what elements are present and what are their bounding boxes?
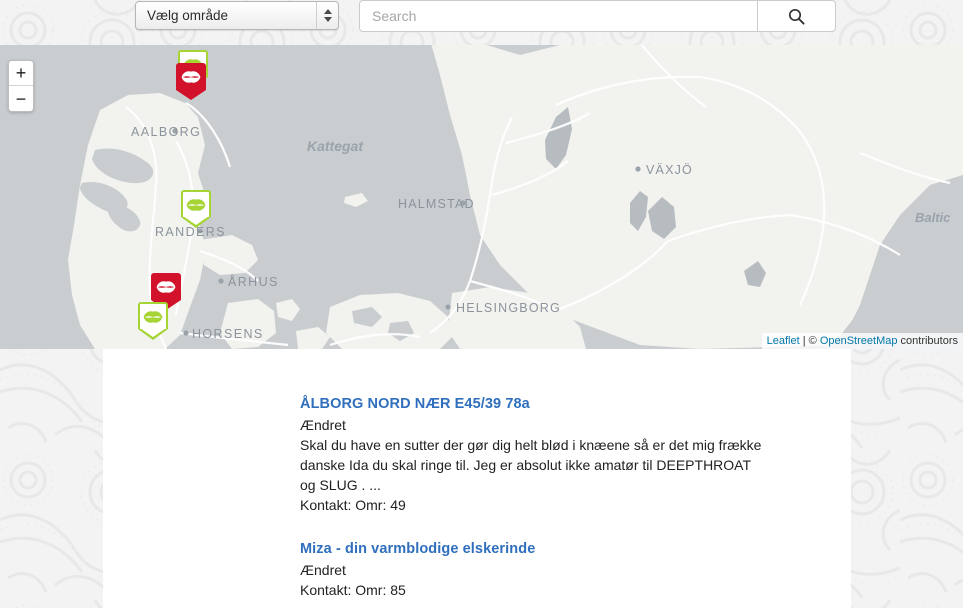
listing-status: Ændret <box>300 562 346 578</box>
openstreetmap-link[interactable]: OpenStreetMap <box>820 335 898 347</box>
svg-text:Kattegat: Kattegat <box>307 138 364 154</box>
map-attribution: Leaflet | © OpenStreetMap contributors <box>761 333 963 349</box>
map-marker-vejle-green[interactable] <box>138 302 168 340</box>
content-panel: ÅLBORG NORD NÆR E45/39 78a Ændret Skal d… <box>103 349 851 608</box>
map-marker-aalborg-red[interactable] <box>176 63 206 100</box>
copyright-symbol: © <box>808 335 820 347</box>
listing-results: ÅLBORG NORD NÆR E45/39 78a Ændret Skal d… <box>103 349 851 600</box>
listing-title-link[interactable]: Miza - din varmblodige elskerinde <box>300 539 851 559</box>
search-input[interactable] <box>359 0 757 32</box>
svg-text:AALBORG: AALBORG <box>131 125 201 139</box>
map-marker-randers-green[interactable] <box>181 190 211 228</box>
zoom-in-button[interactable]: + <box>9 61 33 86</box>
listing-title-link[interactable]: ÅLBORG NORD NÆR E45/39 78a <box>300 394 851 414</box>
area-select[interactable]: Vælg område <box>135 1 339 30</box>
list-item: Miza - din varmblodige elskerinde Ændret… <box>300 539 851 600</box>
svg-text:HORSENS: HORSENS <box>192 327 264 341</box>
listing-description: Skal du have en sutter der gør dig helt … <box>300 437 762 493</box>
area-select-label: Vælg område <box>147 8 229 23</box>
listing-contact: Kontakt: Omr: 49 <box>300 497 406 513</box>
search-button[interactable] <box>757 0 836 32</box>
search-icon <box>788 8 805 25</box>
toolbar: Vælg område <box>0 0 963 42</box>
list-item: ÅLBORG NORD NÆR E45/39 78a Ændret Skal d… <box>300 394 851 515</box>
search-group <box>359 0 836 32</box>
chevron-updown-icon <box>316 2 338 29</box>
svg-text:VÄXJÖ: VÄXJÖ <box>646 163 693 177</box>
leaflet-link[interactable]: Leaflet <box>767 335 800 347</box>
lips-icon <box>138 302 168 329</box>
lips-icon <box>181 190 211 217</box>
map[interactable]: Kattegat Baltic AALBORG RANDERS ÅRHUS HO… <box>0 45 963 349</box>
zoom-out-button[interactable]: − <box>9 86 33 111</box>
attribution-separator: | <box>799 335 809 347</box>
svg-text:HELSINGBORG: HELSINGBORG <box>456 301 561 315</box>
listing-contact: Kontakt: Omr: 85 <box>300 582 406 598</box>
map-zoom-controls: + − <box>8 60 34 112</box>
svg-text:Baltic: Baltic <box>915 210 951 225</box>
svg-text:ÅRHUS: ÅRHUS <box>228 274 279 289</box>
lips-icon <box>151 273 181 300</box>
attribution-contributors: contributors <box>897 335 958 347</box>
listing-status: Ændret <box>300 417 346 433</box>
svg-text:HALMSTAD: HALMSTAD <box>398 197 475 211</box>
lips-icon <box>176 63 206 90</box>
